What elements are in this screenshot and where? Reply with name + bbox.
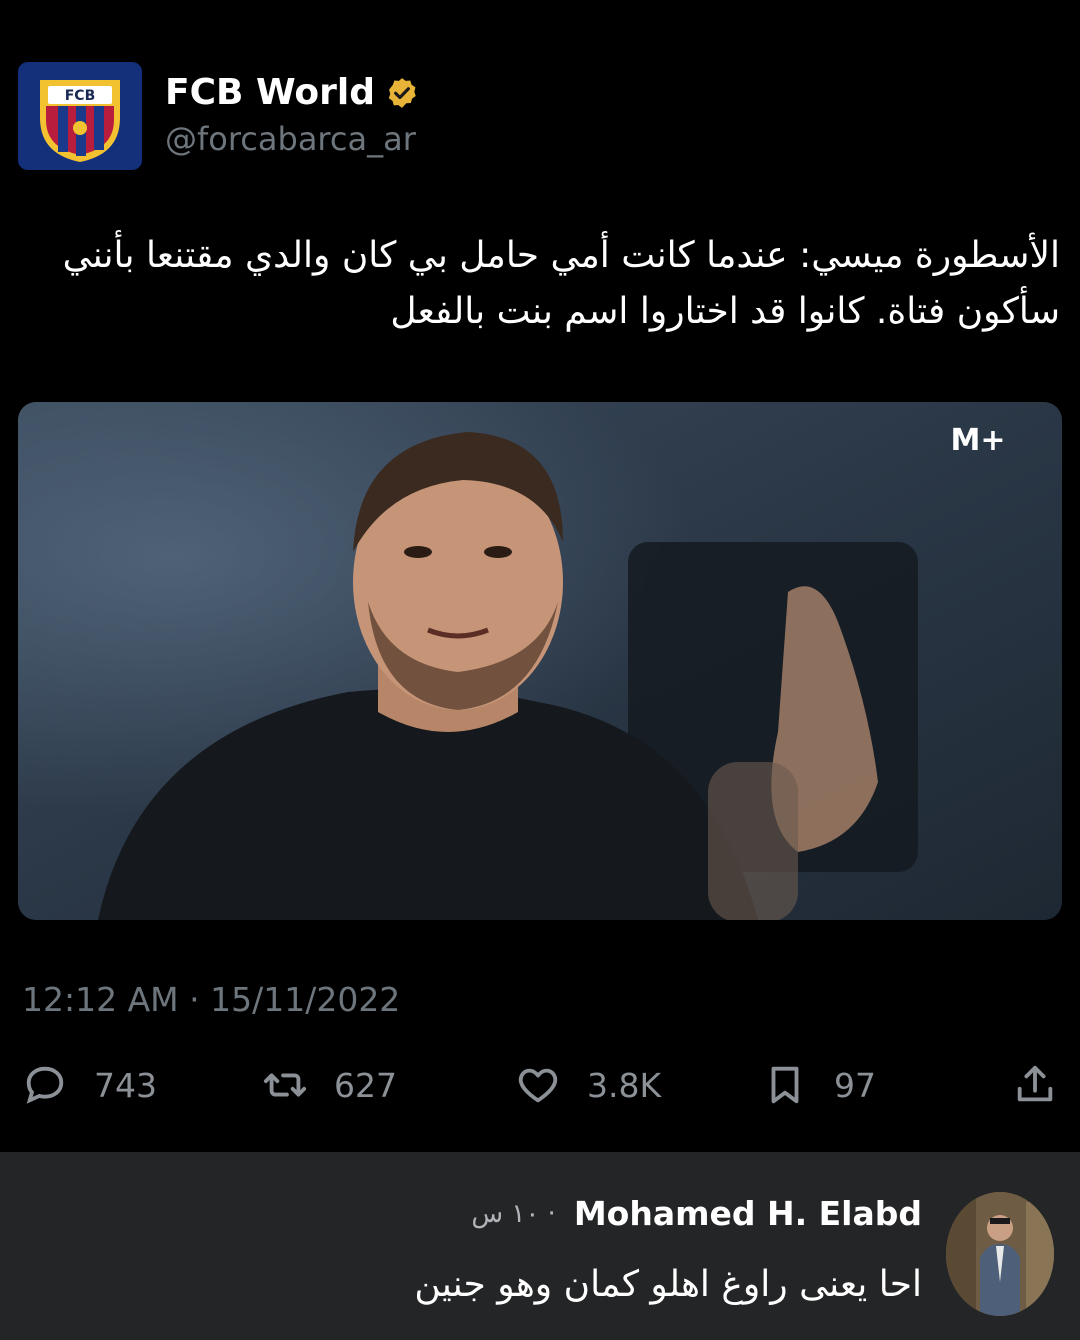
share-button[interactable] — [1012, 1060, 1058, 1110]
display-name[interactable]: FCB World — [165, 72, 375, 113]
fcb-logo-icon: FCB — [18, 62, 142, 170]
comment-header: · ١٠ س Mohamed H. Elabd — [471, 1194, 922, 1233]
heart-icon — [518, 1068, 558, 1103]
tweet-media-video[interactable]: M+ — [18, 402, 1062, 920]
commenter-name[interactable]: Mohamed H. Elabd — [574, 1194, 922, 1233]
like-count: 3.8K — [587, 1065, 662, 1105]
media-watermark: M+ — [951, 423, 1006, 458]
tweet-timestamp[interactable]: 12:12 AM · 15/11/2022 — [22, 980, 400, 1019]
tweet-text: الأسطورة ميسي: عندما كانت أمي حامل بي كا… — [62, 235, 1060, 332]
retweet-count: 627 — [334, 1065, 397, 1105]
reply-count: 743 — [94, 1065, 157, 1105]
comment-section: · ١٠ س Mohamed H. Elabd احا يعنى راوغ اه… — [0, 1152, 1080, 1340]
like-button[interactable]: 3.8K — [515, 1060, 661, 1110]
commenter-avatar-image — [946, 1192, 1054, 1316]
display-name-row[interactable]: FCB World — [165, 72, 419, 113]
account-handle[interactable]: @forcabarca_ar — [165, 120, 416, 158]
bookmark-icon — [771, 1066, 799, 1104]
retweet-icon — [263, 1073, 307, 1097]
reply-icon — [26, 1066, 64, 1104]
retweet-button[interactable]: 627 — [262, 1060, 397, 1110]
comment-time: · ١٠ س — [471, 1198, 556, 1229]
avatar-text: FCB — [65, 88, 96, 104]
video-frame-image: M+ — [18, 402, 1062, 920]
commenter-avatar[interactable] — [946, 1192, 1054, 1316]
bookmark-button[interactable]: 97 — [762, 1060, 876, 1110]
comment-text: احا يعنى راوغ اهلو كمان وهو جنين — [414, 1264, 922, 1305]
verified-badge-icon — [388, 77, 416, 108]
account-avatar[interactable]: FCB — [18, 62, 142, 170]
reply-button[interactable]: 743 — [22, 1060, 157, 1110]
bookmark-count: 97 — [834, 1065, 876, 1105]
share-icon — [1017, 1065, 1053, 1102]
